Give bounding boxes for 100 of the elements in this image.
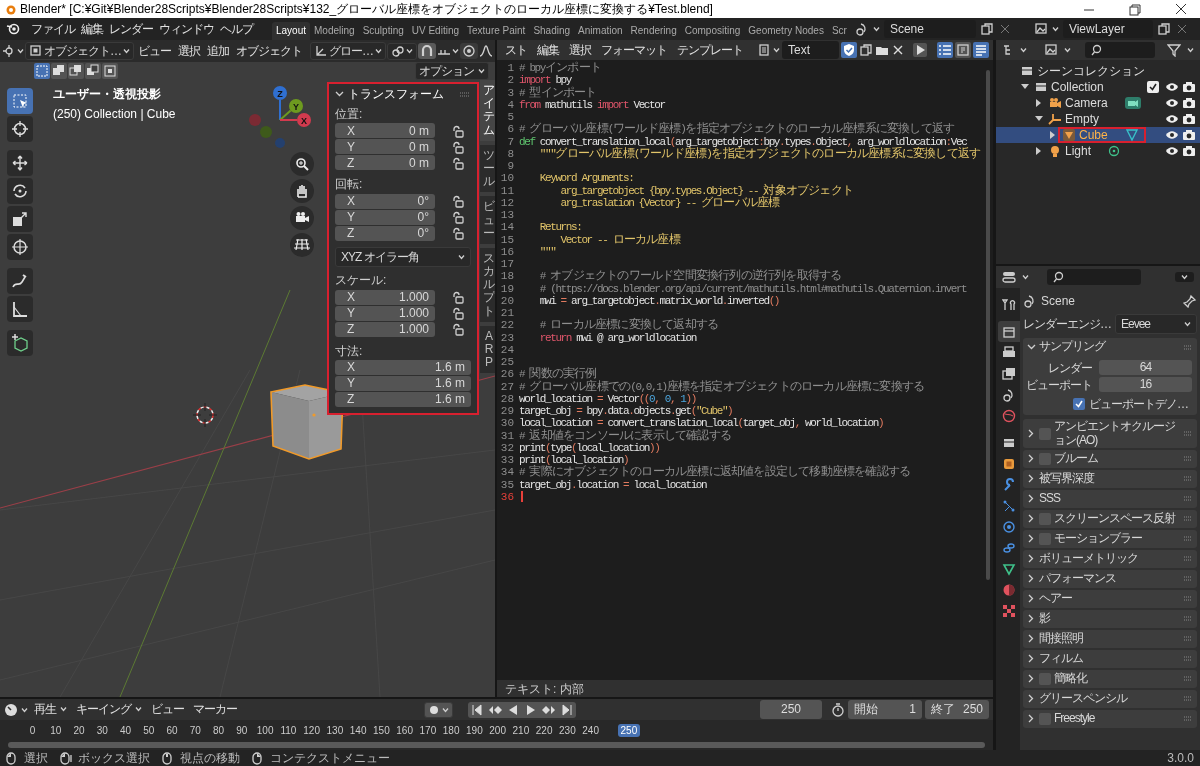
number-field[interactable]: 64 bbox=[1099, 360, 1192, 375]
register-toggle[interactable] bbox=[841, 42, 858, 58]
image-icon[interactable] bbox=[1033, 22, 1048, 36]
menu-item[interactable]: ウィンドウ bbox=[156, 19, 217, 39]
editor-type-icon[interactable] bbox=[2, 44, 16, 58]
syntax-highlight-toggle[interactable] bbox=[973, 42, 989, 58]
menu-item[interactable]: オブジェクト bbox=[233, 41, 305, 61]
menu-item[interactable]: テンプレート bbox=[673, 40, 747, 60]
lock-icon[interactable] bbox=[451, 124, 465, 138]
render-camera-icon[interactable] bbox=[1182, 96, 1196, 110]
menu-item[interactable]: ビュー bbox=[135, 41, 174, 61]
eye-icon[interactable] bbox=[1165, 144, 1179, 158]
number-field[interactable]: 16 bbox=[1099, 377, 1192, 392]
workspace-tab[interactable]: Scr bbox=[827, 22, 851, 40]
tool-button[interactable] bbox=[7, 116, 33, 142]
word-wrap-toggle[interactable] bbox=[955, 42, 971, 58]
line-numbers-toggle[interactable] bbox=[937, 42, 953, 58]
select-mode-button[interactable] bbox=[51, 63, 67, 79]
panel-header[interactable]: パフォーマンス bbox=[1023, 569, 1197, 588]
menu-item[interactable]: ヘルプ bbox=[217, 19, 256, 39]
scrollbar[interactable] bbox=[986, 70, 990, 580]
number-field[interactable]: Z 0 m bbox=[335, 155, 435, 171]
panel-header[interactable]: 簡略化 bbox=[1023, 669, 1197, 688]
pivot-dropdown[interactable] bbox=[387, 42, 417, 60]
number-field[interactable]: Z 1.000 bbox=[335, 321, 435, 337]
select-mode-button[interactable] bbox=[102, 63, 118, 79]
panel-header[interactable]: SSS bbox=[1023, 489, 1197, 508]
render-camera-icon[interactable] bbox=[1182, 128, 1196, 142]
dropdown-button[interactable] bbox=[1175, 272, 1194, 282]
tool-button[interactable] bbox=[7, 150, 33, 176]
properties-tab[interactable] bbox=[998, 321, 1020, 342]
panel-header[interactable]: スクリーンスペース反射 bbox=[1023, 509, 1197, 528]
menu-item[interactable]: 編集 bbox=[78, 19, 106, 39]
number-field[interactable]: X 0 m bbox=[335, 123, 435, 139]
checkbox[interactable] bbox=[1073, 398, 1085, 411]
tool-button[interactable] bbox=[7, 234, 33, 260]
orientation-dropdown[interactable]: グロー… bbox=[310, 41, 386, 61]
jump-start-icon[interactable] bbox=[470, 702, 484, 717]
outliner-item[interactable]: Collection bbox=[1030, 79, 1108, 95]
gizmo-axis[interactable]: Z bbox=[273, 86, 287, 121]
scene-field[interactable]: Scene bbox=[883, 19, 976, 39]
menu-item[interactable]: 追加 bbox=[204, 41, 232, 61]
panel-title[interactable]: トランスフォーム bbox=[348, 86, 455, 102]
menu-item[interactable]: 再生 bbox=[31, 700, 70, 719]
lock-icon[interactable] bbox=[451, 195, 465, 209]
number-field[interactable]: Y 1.000 bbox=[335, 305, 435, 321]
lock-icon[interactable] bbox=[451, 140, 465, 154]
mode-dropdown[interactable]: オブジェクト… bbox=[25, 41, 134, 61]
workspace-tab[interactable]: Texture Paint bbox=[463, 22, 530, 40]
restore-icon[interactable] bbox=[1126, 1, 1144, 17]
menu-item[interactable]: 選択 bbox=[565, 40, 595, 60]
start-frame-field[interactable]: 開始 1 bbox=[848, 700, 922, 719]
number-field[interactable]: Y 0° bbox=[335, 209, 435, 225]
record-button[interactable] bbox=[424, 701, 453, 718]
gizmo-axis[interactable]: X bbox=[279, 113, 311, 127]
view-layer-field[interactable]: ViewLayer bbox=[1062, 19, 1153, 39]
tool-button[interactable] bbox=[7, 206, 33, 232]
tool-button[interactable] bbox=[7, 296, 33, 322]
number-field[interactable]: X 1.6 m bbox=[335, 359, 471, 375]
panel-header[interactable]: 影 bbox=[1023, 609, 1197, 628]
panel-header[interactable]: モーションブラー bbox=[1023, 529, 1197, 548]
panel-header[interactable]: グリースペンシル bbox=[1023, 689, 1197, 708]
filter-icon[interactable] bbox=[1167, 43, 1181, 57]
panel-header[interactable]: アンビエントオクルージョン(AO) bbox=[1023, 419, 1197, 448]
checkbox[interactable] bbox=[1147, 81, 1159, 93]
outliner-item[interactable]: Cube bbox=[1058, 127, 1146, 143]
workspace-tab[interactable]: Geometry Nodes bbox=[744, 22, 828, 40]
tool-button[interactable] bbox=[7, 330, 33, 356]
outliner-row[interactable]: Camera bbox=[996, 95, 1200, 111]
workspace-tab[interactable]: Animation bbox=[574, 22, 627, 40]
workspace-tab[interactable]: Shading bbox=[529, 22, 575, 40]
rotation-mode-dropdown[interactable]: XYZ オイラー角 bbox=[335, 246, 471, 268]
clock-icon[interactable] bbox=[4, 702, 18, 717]
eye-icon[interactable] bbox=[1165, 112, 1179, 126]
number-field[interactable]: Y 0 m bbox=[335, 139, 435, 155]
lock-icon[interactable] bbox=[451, 211, 465, 225]
search-field[interactable] bbox=[1084, 42, 1155, 58]
image-icon[interactable] bbox=[1043, 43, 1058, 57]
select-mode-button[interactable] bbox=[68, 63, 84, 79]
eye-icon[interactable] bbox=[1165, 128, 1179, 142]
panel-header[interactable]: ブルーム bbox=[1023, 449, 1197, 468]
copy-icon[interactable] bbox=[1156, 22, 1171, 36]
number-field[interactable]: X 0° bbox=[335, 193, 435, 209]
workspace-tab[interactable]: UV Editing bbox=[407, 22, 463, 40]
menu-item[interactable]: ビュー bbox=[148, 700, 187, 719]
end-frame-field[interactable]: 終了 250 bbox=[925, 700, 989, 719]
scene-icon[interactable] bbox=[854, 22, 869, 36]
outliner-row[interactable]: Collection bbox=[996, 79, 1200, 95]
menu-item[interactable]: 選択 bbox=[175, 41, 203, 61]
eye-icon[interactable] bbox=[1165, 80, 1179, 94]
outliner-row[interactable]: Light bbox=[996, 143, 1200, 159]
lock-icon[interactable] bbox=[451, 323, 465, 337]
render-camera-icon[interactable] bbox=[1182, 112, 1196, 126]
proportional-toggle[interactable] bbox=[460, 43, 478, 59]
snap-toggle[interactable] bbox=[418, 43, 436, 59]
menu-item[interactable]: マーカー bbox=[190, 700, 240, 719]
panel-header[interactable]: ヘアー bbox=[1023, 589, 1197, 608]
workspace-tab[interactable]: Compositing bbox=[680, 22, 745, 40]
tool-button[interactable] bbox=[7, 268, 33, 294]
render-camera-icon[interactable] bbox=[1182, 80, 1196, 94]
